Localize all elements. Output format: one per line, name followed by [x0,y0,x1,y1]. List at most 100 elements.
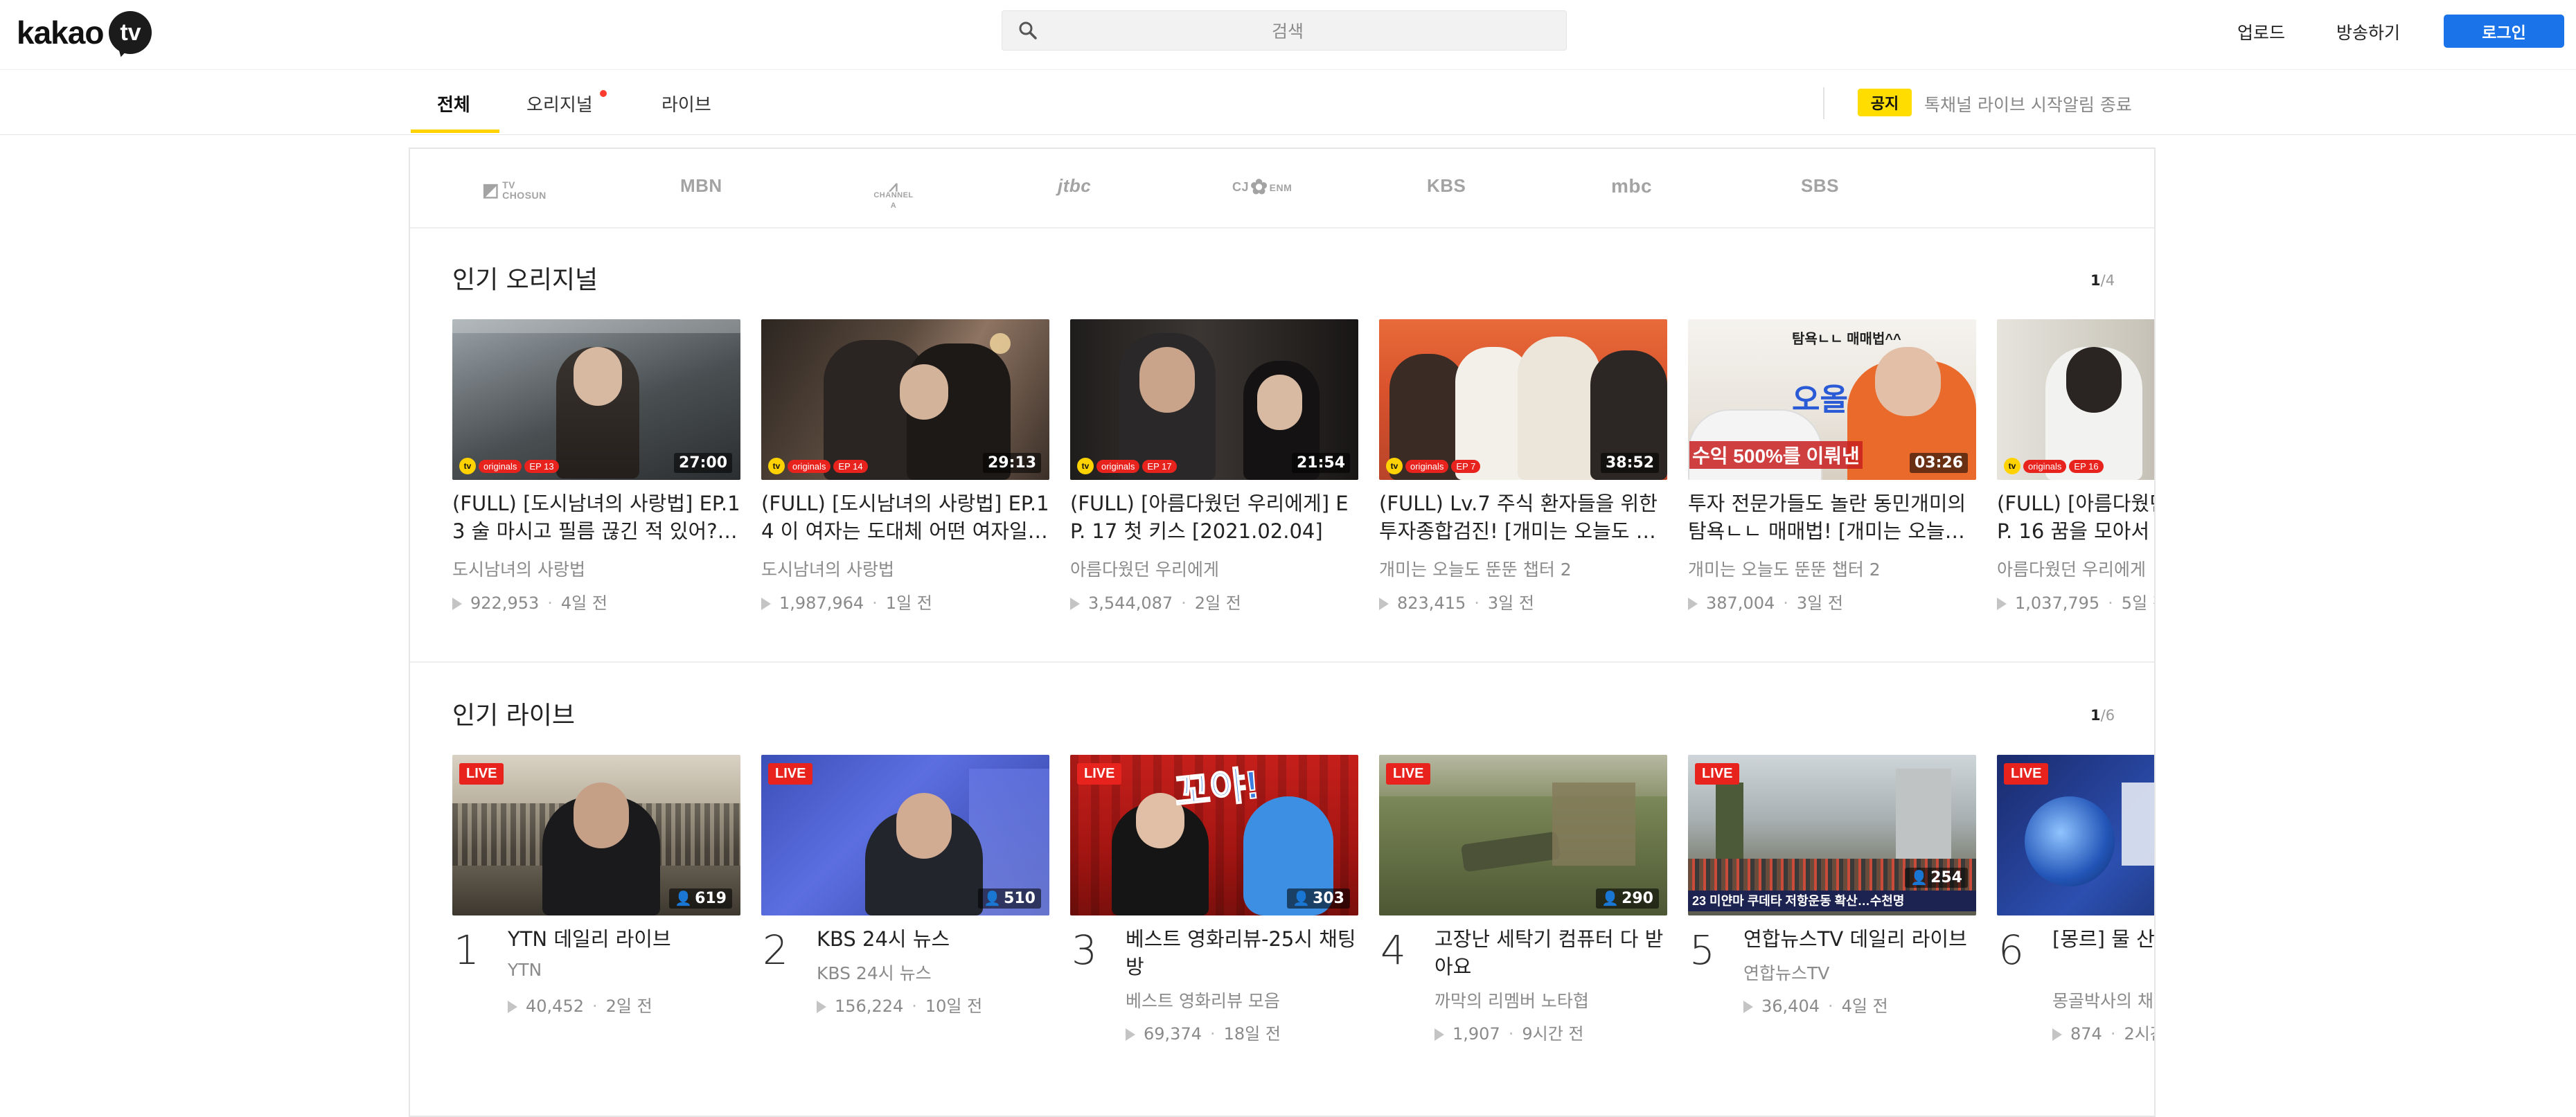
upload-age: 1일 전 [885,593,932,613]
episode-chip: EP 14 [833,459,868,473]
thumb-caption-bottom: 수익 500%를 이뤄낸 [1689,441,1863,469]
originals-chip: originals [479,459,522,473]
broadcaster-cj-enm[interactable]: CJ ✿ ENM [1232,175,1292,199]
thumb-face [574,347,622,406]
live-card[interactable]: LIVE 👤 510 2 KBS 24시 뉴스 KBS 24시 뉴스 156,22… [761,755,1049,1060]
thumb-caption-mid: 오올 [1792,383,1848,417]
video-thumbnail[interactable]: tv originals EP 16 [1997,319,2154,480]
live-card[interactable]: LIVE 6 [몽르] 물 산업 1.02.06.) 몽골박사의 채 874·2… [1997,755,2154,1060]
broadcaster-mbn[interactable]: MBN [680,175,722,197]
main-content-panel: ◩ TV CHOSUN MBN ⩘ CHANNEL A jtbc CJ ✿ EN… [409,148,2156,1117]
video-title[interactable]: 투자 전문가들도 놀란 동민개미의 탐욕ㄴㄴ 매매법! [개미는 오늘도 뚠뚠 … [1688,490,1976,545]
video-meta: 387,004 · 3일 전 [1688,589,1843,614]
concurrent-viewers: 👤 254 [1905,868,1968,888]
live-thumbnail[interactable]: LIVE [1997,755,2154,915]
view-count: 387,004 [1706,593,1775,613]
notice-text[interactable]: 톡채널 라이브 시작알림 종료 [1924,91,2132,116]
channel-name[interactable]: 연합뉴스TV [1743,960,1829,985]
live-thumbnail[interactable]: LIVE 👤 290 [1379,755,1667,915]
live-badge: LIVE [2004,763,2049,785]
video-thumbnail[interactable]: tv originals EP 13 27:00 [452,319,740,480]
video-meta: 1,987,964 · 1일 전 [761,589,932,614]
live-card[interactable]: 꼬야! LIVE 👤 303 3 베스트 영화리뷰-25시 채팅방 베스트 영화리… [1070,755,1358,1060]
video-thumbnail[interactable]: tv originals EP 17 21:54 [1070,319,1358,480]
live-card[interactable]: LIVE 👤 619 1 YTN 데일리 라이브 YTN 40,452 · 2일 전 [452,755,740,1060]
originals-chip: originals [1405,459,1449,473]
play-count-icon [817,1001,826,1013]
top-header: kakao tv 업로드 방송하기 로그인 [0,0,2576,69]
channel-name[interactable]: 도시남녀의 사랑법 [761,556,894,581]
channel-name[interactable]: 도시남녀의 사랑법 [452,556,585,581]
play-count-icon [508,1001,517,1013]
live-thumbnail[interactable]: LIVE 👤 619 [452,755,740,915]
notice-badge: 공지 [1858,89,1912,116]
channel-name[interactable]: 아름다웠던 우리에게 [1070,556,1219,581]
channel-name[interactable]: 개미는 오늘도 뚠뚠 챕터 2 [1688,556,1881,581]
live-title[interactable]: [몽르] 물 산업 1.02.06.) [2052,925,2154,953]
view-count: 874 [2070,1024,2102,1044]
search-input[interactable] [1051,11,1525,51]
video-thumbnail[interactable]: tv originals EP 14 29:13 [761,319,1049,480]
live-thumbnail[interactable]: LIVE 👤 510 [761,755,1049,915]
broadcaster-mbc[interactable]: mbc [1611,175,1652,197]
channel-name[interactable]: 몽골박사의 채 [2052,988,2153,1012]
live-card[interactable]: LIVE 👤 290 4 고장난 세탁기 컴퓨터 다 받아요 까막의 리멤버 노타… [1379,755,1667,1060]
live-meta: 874·2시간 [2052,1020,2154,1044]
upload-link[interactable]: 업로드 [2237,19,2285,44]
video-thumbnail[interactable]: 탐욕ㄴㄴ 매매법^^ 오올 수익 500%를 이뤄낸 03:26 [1688,319,1976,480]
broadcaster-tv-chosun[interactable]: ◩ TV CHOSUN [482,179,547,201]
live-card[interactable]: 23 미얀마 쿠데타 저항운동 확산…수천명 LIVE 👤 254 5 연합뉴스T… [1688,755,1976,1060]
tab-originals[interactable]: 오리지널 [526,91,593,116]
live-title[interactable]: YTN 데일리 라이브 [508,925,740,953]
kakao-tv-logo[interactable]: kakao tv [17,10,152,55]
channel-name[interactable]: 베스트 영화리뷰 모음 [1126,988,1280,1012]
search-box[interactable] [1002,10,1567,51]
thumb-globe [2025,796,2115,886]
broadcaster-jtbc[interactable]: jtbc [1058,175,1091,197]
channel-name[interactable]: YTN [508,960,542,980]
live-title[interactable]: 고장난 세탁기 컴퓨터 다 받아요 [1434,925,1667,981]
broadcaster-sbs[interactable]: SBS [1801,175,1839,197]
login-button[interactable]: 로그인 [2444,15,2564,48]
channel-name[interactable]: 개미는 오늘도 뚠뚠 챕터 2 [1379,556,1572,581]
viewer-count: 619 [695,890,727,907]
live-title[interactable]: 연합뉴스TV 데일리 라이브 [1743,925,1976,953]
enm-label: ENM [1269,181,1293,193]
play-count-icon [1743,1001,1753,1013]
duration-badge: 38:52 [1600,453,1659,473]
video-title[interactable]: (FULL) [도시남녀의 사랑법] EP.14 이 여자는 도대체 어떤 여자… [761,490,1049,545]
view-count: 156,224 [835,997,904,1016]
channel-name[interactable]: 까막의 리멤버 노타협 [1434,988,1589,1012]
cj-label: CJ [1232,180,1250,194]
live-thumbnail[interactable]: 꼬야! LIVE 👤 303 [1070,755,1358,915]
broadcaster-channel-a[interactable]: ⩘ CHANNEL A [873,179,914,211]
live-title[interactable]: 베스트 영화리뷰-25시 채팅방 [1126,925,1358,981]
notice-divider [1823,87,1824,119]
search-icon[interactable] [1018,20,1038,41]
view-count: 1,987,964 [779,593,864,613]
video-meta: 922,953 · 4일 전 [452,589,607,614]
tab-all[interactable]: 전체 [437,91,470,116]
person-icon: 👤 [984,890,1002,906]
thumb-tank [1460,831,1561,873]
channel-name[interactable]: 아름다웠던 우리에게 [1997,556,2146,581]
thumb-person-3 [1518,337,1601,480]
video-title[interactable]: (FULL) [도시남녀의 사랑법] EP.13 술 마시고 필름 끊긴 적 있… [452,490,740,545]
view-count: 922,953 [470,593,540,613]
originals-pager: 1/4 [2090,272,2115,289]
live-title[interactable]: KBS 24시 뉴스 [817,925,1049,953]
live-thumbnail[interactable]: 23 미얀마 쿠데타 저항운동 확산…수천명 LIVE 👤 254 [1688,755,1976,915]
video-title[interactable]: (FULL) [아름다웠던 우리에게] EP. 17 첫 키스 [2021.02… [1070,490,1358,545]
channel-name[interactable]: KBS 24시 뉴스 [817,960,932,985]
play-count-icon [1070,598,1080,610]
view-count: 40,452 [526,997,584,1016]
episode-chip: EP 7 [1451,459,1481,473]
video-title[interactable]: (FULL) [아름다웠던 우리에게] EP. 16 꿈을 모아서 [2021.… [1997,490,2154,545]
tab-live[interactable]: 라이브 [661,91,711,116]
broadcaster-kbs[interactable]: KBS [1427,175,1466,197]
active-tab-underline [411,129,499,133]
view-count: 1,907 [1453,1024,1500,1044]
video-title[interactable]: (FULL) Lv.7 주식 환자들을 위한 투자종합검진! [개미는 오늘도 … [1379,490,1667,545]
broadcast-link[interactable]: 방송하기 [2336,19,2400,44]
video-thumbnail[interactable]: tv originals EP 7 38:52 [1379,319,1667,480]
